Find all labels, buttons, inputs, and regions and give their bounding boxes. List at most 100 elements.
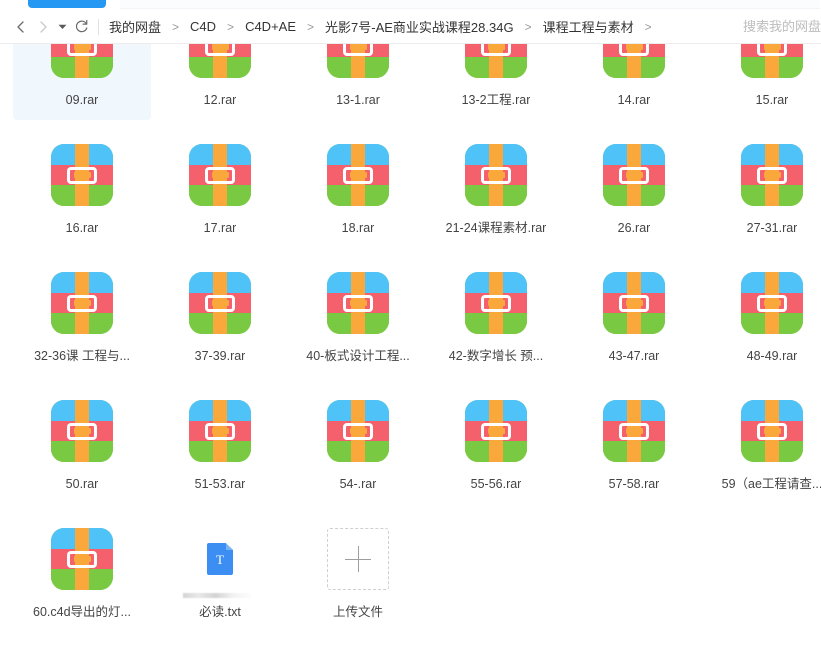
- file-name-label: 40-板式设计工程...: [306, 349, 410, 363]
- file-icon-slot: [325, 44, 391, 80]
- file-item[interactable]: 55-56.rar: [427, 376, 565, 504]
- upload-plus-icon[interactable]: [327, 528, 389, 590]
- file-icon-slot: [463, 398, 529, 464]
- file-name-label: 48-49.rar: [746, 349, 798, 363]
- file-icon-slot: [325, 142, 391, 208]
- file-item[interactable]: 18.rar: [289, 120, 427, 248]
- file-item[interactable]: T 必读.txt: [151, 504, 289, 632]
- file-icon-slot: [49, 44, 115, 80]
- file-name-label: 13-2工程.rar: [461, 93, 531, 107]
- file-name-label: 14.rar: [617, 93, 651, 107]
- file-item[interactable]: 16.rar: [13, 120, 151, 248]
- upload-file-tile[interactable]: 上传文件: [289, 504, 427, 632]
- rar-archive-icon: [603, 400, 665, 462]
- file-item[interactable]: 26.rar: [565, 120, 703, 248]
- file-name-label: 57-58.rar: [608, 477, 660, 491]
- file-icon-slot: [325, 526, 391, 592]
- file-name-label: 27-31.rar: [746, 221, 798, 235]
- back-button[interactable]: [10, 16, 32, 38]
- file-item[interactable]: 50.rar: [13, 376, 151, 504]
- file-name-label: 51-53.rar: [194, 477, 246, 491]
- file-item[interactable]: 54-.rar: [289, 376, 427, 504]
- file-name-label: 50.rar: [65, 477, 99, 491]
- file-icon-slot: [601, 270, 667, 336]
- file-icon-slot: [601, 398, 667, 464]
- breadcrumb-separator: >: [524, 19, 532, 34]
- file-item[interactable]: 60.c4d导出的灯...: [13, 504, 151, 632]
- forward-button[interactable]: [32, 16, 54, 38]
- breadcrumb-item-4[interactable]: 课程工程与素材: [541, 17, 636, 36]
- file-icon-slot: [187, 270, 253, 336]
- rar-archive-icon: [51, 144, 113, 206]
- file-icon-slot: [49, 142, 115, 208]
- rar-archive-icon: [741, 400, 803, 462]
- breadcrumb-item-1[interactable]: C4D: [188, 19, 218, 34]
- file-name-label: 37-39.rar: [194, 349, 246, 363]
- file-icon-slot: [187, 142, 253, 208]
- file-icon-slot: [463, 270, 529, 336]
- refresh-button[interactable]: [70, 16, 92, 38]
- rar-archive-icon: [51, 400, 113, 462]
- file-item[interactable]: 42-数字增长 预...: [427, 248, 565, 376]
- rar-archive-icon: [189, 44, 251, 78]
- file-icon-slot: [49, 270, 115, 336]
- file-item[interactable]: 51-53.rar: [151, 376, 289, 504]
- rar-archive-icon: [741, 144, 803, 206]
- window-top-strip: [0, 0, 821, 10]
- file-icon-slot: [739, 44, 805, 80]
- file-name-label: 15.rar: [755, 93, 789, 107]
- file-name-label: 13-1.rar: [336, 93, 380, 107]
- file-name-label: 32-36课 工程与...: [34, 349, 130, 363]
- file-item[interactable]: 13-2工程.rar: [427, 44, 565, 120]
- file-icon-slot: [463, 142, 529, 208]
- rar-archive-icon: [741, 272, 803, 334]
- file-item[interactable]: 17.rar: [151, 120, 289, 248]
- file-icon-slot: [49, 526, 115, 592]
- rar-archive-icon: [603, 272, 665, 334]
- file-item[interactable]: 12.rar: [151, 44, 289, 120]
- file-name-label: 16.rar: [65, 221, 99, 235]
- file-item[interactable]: 14.rar: [565, 44, 703, 120]
- rar-archive-icon: [741, 44, 803, 78]
- file-icon-slot: [601, 44, 667, 80]
- primary-action-button[interactable]: [28, 0, 106, 8]
- rar-archive-icon: [603, 144, 665, 206]
- breadcrumb-item-0[interactable]: 我的网盘: [107, 17, 163, 36]
- rar-archive-icon: [327, 44, 389, 78]
- file-item[interactable]: 40-板式设计工程...: [289, 248, 427, 376]
- file-name-label: 54-.rar: [339, 477, 377, 491]
- file-item[interactable]: 09.rar: [13, 44, 151, 120]
- rar-archive-icon: [189, 272, 251, 334]
- file-item[interactable]: 13-1.rar: [289, 44, 427, 120]
- breadcrumb: 我的网盘 > C4D > C4D+AE > 光影7号-AE商业实战课程28.34…: [107, 17, 723, 36]
- file-name-label: 21-24课程素材.rar: [445, 221, 547, 235]
- history-dropdown-caret-icon[interactable]: [54, 16, 70, 38]
- file-item[interactable]: 59（ae工程请查...: [703, 376, 821, 504]
- file-name-label: 42-数字增长 预...: [448, 349, 544, 363]
- file-item[interactable]: 48-49.rar: [703, 248, 821, 376]
- file-icon-slot: [463, 44, 529, 80]
- file-name-label: 12.rar: [203, 93, 237, 107]
- file-item[interactable]: 15.rar: [703, 44, 821, 120]
- file-name-label: 18.rar: [341, 221, 375, 235]
- file-item[interactable]: 37-39.rar: [151, 248, 289, 376]
- breadcrumb-separator-trailing: >: [644, 19, 652, 34]
- file-item[interactable]: 27-31.rar: [703, 120, 821, 248]
- breadcrumb-item-3[interactable]: 光影7号-AE商业实战课程28.34G: [323, 17, 516, 36]
- file-grid-area[interactable]: 09.rar 12.rar 13-1.rar 13-2工程.rar 14.rar 15.r…: [0, 44, 821, 668]
- breadcrumb-item-2[interactable]: C4D+AE: [243, 19, 298, 34]
- search-area: [729, 18, 821, 36]
- file-icon-slot: [739, 270, 805, 336]
- file-item[interactable]: 57-58.rar: [565, 376, 703, 504]
- top-panel-background: [120, 0, 820, 9]
- file-icon-slot: [187, 398, 253, 464]
- search-input[interactable]: [741, 18, 821, 35]
- file-name-label: 26.rar: [617, 221, 651, 235]
- rar-archive-icon: [189, 144, 251, 206]
- file-item[interactable]: 21-24课程素材.rar: [427, 120, 565, 248]
- file-item[interactable]: 43-47.rar: [565, 248, 703, 376]
- file-icon-slot: [49, 398, 115, 464]
- file-item[interactable]: 32-36课 工程与...: [13, 248, 151, 376]
- file-icon-slot: [739, 142, 805, 208]
- txt-file-icon: T: [207, 543, 233, 575]
